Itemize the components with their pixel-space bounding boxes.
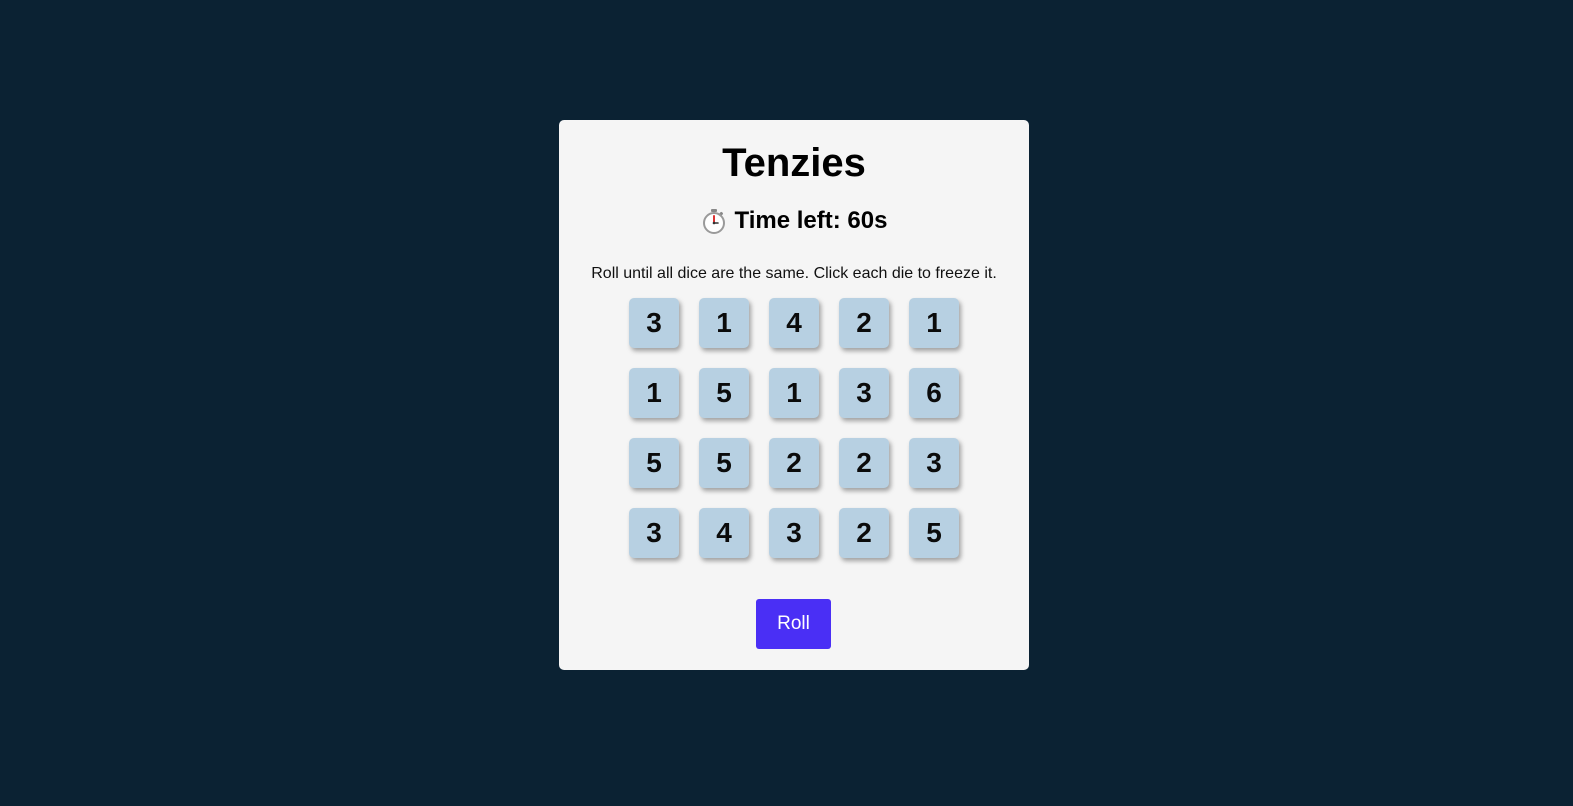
die[interactable]: 2 (769, 438, 819, 488)
stopwatch-icon (701, 208, 727, 234)
die[interactable]: 3 (839, 368, 889, 418)
die[interactable]: 3 (909, 438, 959, 488)
timer: Time left: 60s (559, 206, 1029, 236)
die[interactable]: 3 (629, 298, 679, 348)
game-title: Tenzies (722, 141, 866, 185)
die[interactable]: 2 (839, 508, 889, 558)
roll-button[interactable]: Roll (756, 599, 831, 649)
die[interactable]: 5 (699, 438, 749, 488)
die[interactable]: 3 (769, 508, 819, 558)
die[interactable]: 5 (629, 438, 679, 488)
die[interactable]: 1 (769, 368, 819, 418)
die[interactable]: 6 (909, 368, 959, 418)
die[interactable]: 5 (699, 368, 749, 418)
die[interactable]: 4 (769, 298, 819, 348)
die[interactable]: 2 (839, 298, 889, 348)
die[interactable]: 1 (699, 298, 749, 348)
game-card: Tenzies Time left: 60s Roll until all di… (559, 120, 1029, 670)
die[interactable]: 2 (839, 438, 889, 488)
die[interactable]: 5 (909, 508, 959, 558)
die[interactable]: 1 (909, 298, 959, 348)
die[interactable]: 1 (629, 368, 679, 418)
dice-grid: 31421151365522334325 (629, 298, 959, 558)
die[interactable]: 4 (699, 508, 749, 558)
timer-label: Time left: 60s (734, 207, 888, 234)
instructions: Roll until all dice are the same. Click … (591, 265, 997, 282)
die[interactable]: 3 (629, 508, 679, 558)
